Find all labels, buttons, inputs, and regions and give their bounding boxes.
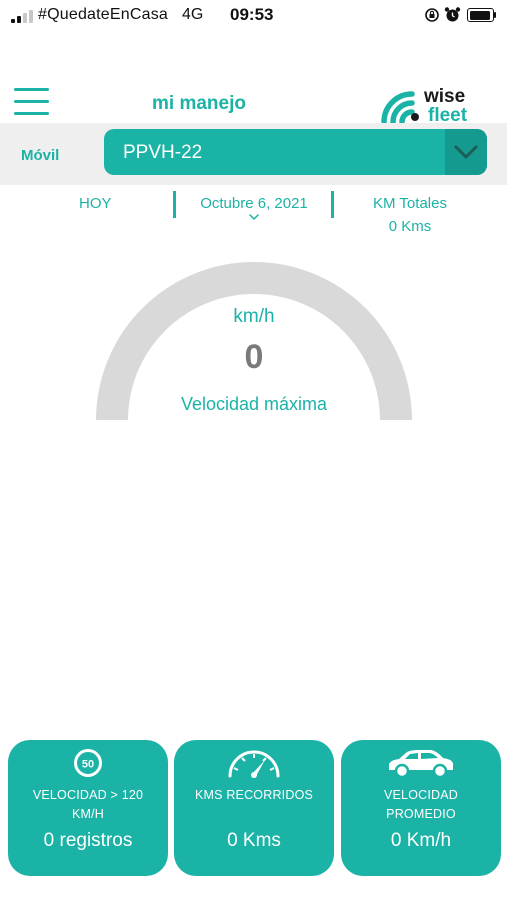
car-icon [389, 750, 453, 779]
vehicle-label: Móvil [21, 147, 60, 164]
status-bar: #QuedateEnCasa 4G 09:53 [0, 0, 507, 32]
selected-date: Octubre 6, 2021 [200, 195, 308, 212]
card-label: KMS RECORRIDOS [194, 788, 314, 802]
vehicle-selector-row: Móvil PPVH-22 [0, 123, 507, 185]
page-title: mi manejo [152, 93, 246, 114]
chevron-down-icon [249, 214, 259, 221]
km-total-label: KM Totales [373, 195, 447, 212]
signal-strength-icon [11, 10, 33, 23]
card-value: 0 registros [43, 830, 133, 851]
card-label: VELOCIDAD > 120 KM/H [32, 788, 144, 821]
gauge-unit: km/h [233, 306, 275, 327]
logo-wordmark-bottom: fleet [428, 105, 468, 125]
gauge-value: 0 [244, 338, 264, 376]
carrier-name: #QuedateEnCasa [38, 6, 169, 23]
card-value: 0 Km/h [390, 830, 452, 851]
network-type: 4G [182, 6, 204, 23]
logo-wordmark-top: wise [423, 86, 465, 107]
card-label: VELOCIDAD PROMEDIO [383, 788, 459, 821]
alarm-icon [444, 7, 461, 22]
card-speed-over-limit[interactable]: 50 VELOCIDAD > 120 KM/H 0 registros [8, 740, 168, 876]
orientation-lock-icon [425, 8, 439, 22]
dropdown-toggle[interactable] [445, 129, 487, 175]
divider [331, 191, 334, 218]
divider [173, 191, 176, 218]
km-total-value: 0 Kms [388, 218, 432, 235]
vehicle-selected-value: PPVH-22 [123, 142, 203, 163]
chevron-down-icon [454, 145, 478, 159]
card-value: 0 Kms [227, 830, 281, 851]
status-time: 09:53 [230, 5, 274, 24]
hamburger-menu-icon[interactable] [14, 88, 49, 118]
vehicle-dropdown[interactable]: PPVH-22 [104, 129, 487, 175]
card-km-traveled[interactable]: KMS RECORRIDOS 0 Kms [174, 740, 334, 876]
card-average-speed[interactable]: VELOCIDAD PROMEDIO 0 Km/h [341, 740, 501, 876]
date-picker[interactable]: Octubre 6, 2021 [190, 195, 318, 221]
speed-limit-badge: 50 [82, 759, 94, 771]
wisefleet-logo: wise fleet [381, 86, 468, 125]
odometer-icon [228, 750, 280, 778]
battery-icon [467, 8, 496, 22]
speed-limit-icon: 50 [74, 749, 102, 777]
period-today: HOY [79, 195, 112, 212]
gauge-label: Velocidad máxima [180, 394, 328, 414]
